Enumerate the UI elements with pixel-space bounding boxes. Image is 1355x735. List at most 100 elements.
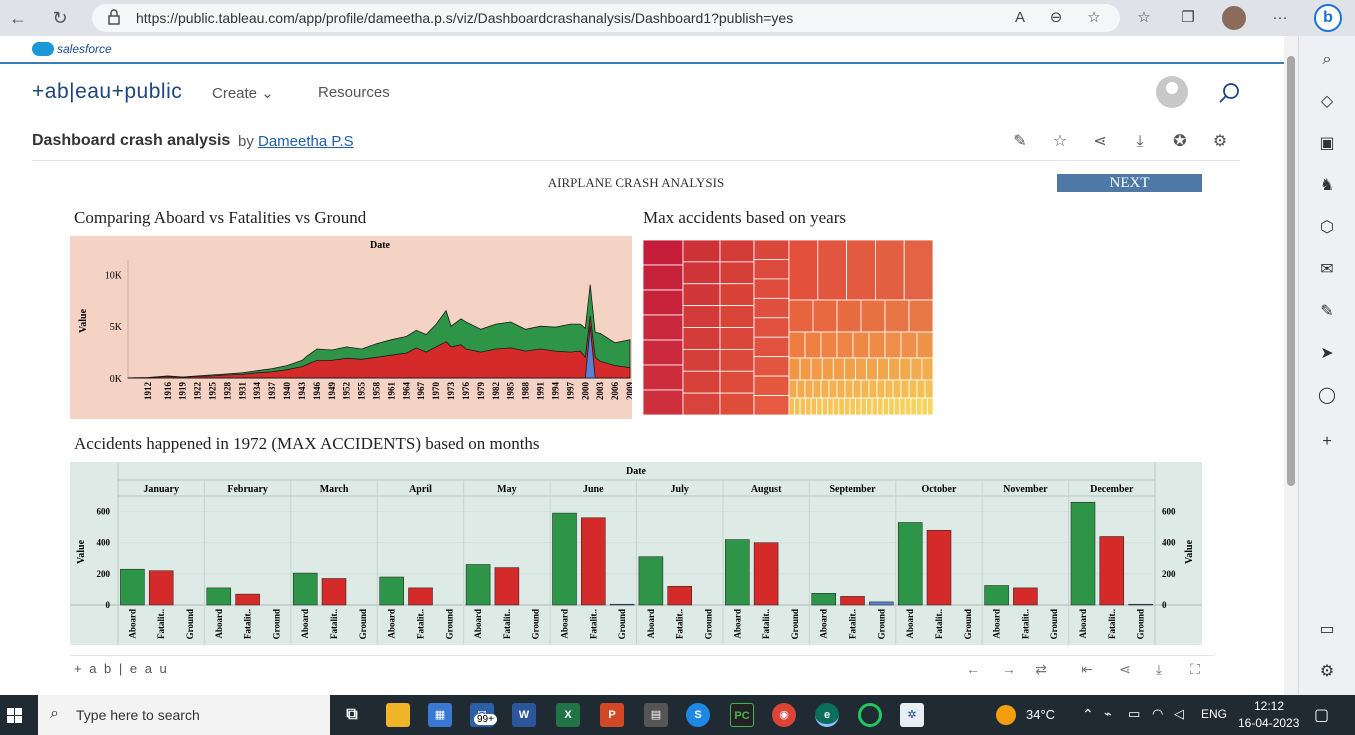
treemap-cell [908, 379, 918, 399]
tableau-public-logo[interactable]: +ab|eau+public [32, 80, 182, 104]
back-icon[interactable]: ← [6, 6, 30, 30]
word-icon[interactable]: W [512, 703, 536, 727]
powerpoint-icon[interactable]: P [600, 703, 624, 727]
send-icon[interactable]: ➤ [1317, 344, 1337, 364]
treemap-chart[interactable] [642, 239, 934, 416]
pycharm-icon[interactable]: PC [730, 703, 754, 727]
office-icon[interactable]: ⬡ [1317, 218, 1337, 238]
area-x-tick: 1931 [237, 382, 247, 401]
download-icon[interactable]: ⤓ [1130, 132, 1150, 152]
area-x-tick: 2003 [595, 382, 605, 401]
revert-icon[interactable]: ⇄ [1032, 660, 1050, 678]
user-avatar[interactable] [1156, 76, 1188, 108]
briefcase-icon[interactable]: ▣ [1317, 134, 1337, 154]
next-button[interactable]: NEXT [1057, 174, 1202, 192]
tag-icon[interactable]: ◇ [1317, 92, 1337, 112]
nav-resources[interactable]: Resources [318, 84, 390, 101]
treemap-cell [642, 364, 684, 391]
clock-time[interactable]: 12:12 [1254, 699, 1284, 713]
network-icon[interactable]: ⌁ [1104, 706, 1112, 722]
share-viz-icon[interactable]: ⋖ [1116, 660, 1134, 678]
share-icon[interactable]: ⋖ [1090, 132, 1110, 152]
bar-fatalities [235, 593, 260, 606]
drop-icon[interactable]: ◯ [1317, 386, 1337, 406]
more-menu-icon[interactable]: ··· [1270, 8, 1290, 28]
volume-icon[interactable]: ◁ [1174, 706, 1184, 722]
add-icon[interactable]: + [1317, 432, 1337, 452]
tableau-app-icon[interactable]: ✲ [900, 703, 924, 727]
collections-icon[interactable]: ❐ [1178, 8, 1198, 28]
chrome-icon[interactable]: ◉ [772, 703, 796, 727]
salesforce-label[interactable]: salesforce [57, 42, 112, 56]
download-viz-icon[interactable]: ⤓ [1150, 660, 1168, 678]
bar-measure-label: Ground [1136, 609, 1146, 639]
wifi-icon[interactable]: ◠ [1152, 706, 1163, 722]
bar-measure-label: Aboard [127, 609, 137, 639]
edge-sidebar: ⌕ ◇ ▣ ♞ ⬡ ✉ ✎ ➤ ◯ + ▭ ⚙ [1298, 36, 1355, 695]
add-favorite-icon[interactable]: ☆ [1084, 8, 1104, 28]
settings-icon[interactable]: ⚙ [1210, 132, 1230, 152]
scroll-thumb[interactable] [1287, 56, 1295, 486]
browser-profile-avatar[interactable] [1222, 6, 1246, 30]
language-indicator[interactable]: ENG [1201, 707, 1227, 721]
viz-author-link[interactable]: Dameetha P.S [258, 133, 354, 150]
bar-aboard [206, 587, 232, 606]
treemap-cell [719, 239, 755, 263]
nav-create[interactable]: Create ⌄ [212, 84, 274, 102]
edit-icon[interactable]: ✎ [1317, 302, 1337, 322]
read-aloud-icon[interactable]: A [1010, 8, 1030, 28]
taskbar-search[interactable]: ⌕ Type here to search [38, 695, 330, 735]
edit-viz-icon[interactable]: ✎ [1010, 132, 1030, 152]
undo-icon[interactable]: ← [964, 660, 982, 678]
games-icon[interactable]: ♞ [1317, 176, 1337, 196]
area-x-tick: 1940 [282, 382, 292, 401]
calculator-icon[interactable]: ▤ [644, 703, 668, 727]
salesforce-cloud-icon[interactable] [32, 42, 54, 56]
search-sidebar-icon[interactable]: ⌕ [1317, 50, 1337, 70]
treemap-cell [832, 357, 845, 381]
page-scrollbar[interactable] [1284, 36, 1298, 695]
clock-date[interactable]: 16-04-2023 [1238, 716, 1299, 730]
battery-icon[interactable]: ▭ [1128, 706, 1140, 722]
area-x-tick: 1912 [143, 382, 153, 401]
notifications-icon[interactable]: ▢ [1314, 705, 1329, 725]
skype-icon[interactable]: S [686, 703, 710, 727]
address-bar[interactable]: https://public.tableau.com/app/profile/d… [92, 4, 1120, 32]
badge-icon[interactable]: ✪ [1170, 132, 1190, 152]
area-x-tick: 1919 [178, 382, 188, 401]
bar-chart[interactable]: Date Value Value 0 0 200 200 400 400 600 600 Januar… [70, 462, 1202, 645]
edge-icon[interactable]: e [815, 703, 839, 727]
search-icon[interactable] [1218, 82, 1240, 104]
favorite-icon[interactable]: ☆ [1050, 132, 1070, 152]
weather-temp[interactable]: 34°C [1026, 707, 1055, 722]
settings-sidebar-icon[interactable]: ⚙ [1317, 662, 1337, 682]
bar-measure-label: Aboard [559, 609, 569, 639]
tableau-footer-logo[interactable]: + a b | e a u [74, 661, 169, 676]
area-x-tick: 1958 [372, 382, 382, 401]
area-x-tick: 1916 [163, 382, 173, 401]
windows-start-icon[interactable] [0, 695, 28, 735]
file-explorer-icon[interactable] [386, 703, 410, 727]
bar-measure-label: Ground [876, 609, 886, 639]
bing-icon[interactable]: b [1314, 4, 1342, 32]
store-icon[interactable]: ▦ [428, 703, 452, 727]
refresh-icon[interactable]: ↻ [48, 6, 72, 30]
zoom-icon[interactable]: ⊖ [1046, 8, 1066, 28]
bar-measure-label: Ground [531, 609, 541, 639]
tray-chevron-icon[interactable]: ⌃ [1082, 706, 1094, 723]
xbox-icon[interactable] [858, 703, 882, 727]
split-screen-icon[interactable]: ▭ [1317, 620, 1337, 640]
treemap-cell [788, 397, 795, 416]
treemap-cell [900, 331, 918, 359]
excel-icon[interactable]: X [556, 703, 580, 727]
treemap-cell [888, 397, 895, 416]
redo-icon[interactable]: → [1000, 660, 1018, 678]
treemap-cell [893, 397, 901, 416]
reset-icon[interactable]: ⇤ [1078, 660, 1096, 678]
fullscreen-icon[interactable]: ⛶ [1186, 660, 1204, 678]
area-chart[interactable]: Date Value 0K 5K 10K 1912 1916 1919 1922 1925 1928… [70, 236, 635, 419]
area-y-tick: 5K [110, 322, 123, 333]
task-view-icon[interactable]: ⧉ [340, 703, 364, 727]
favorites-icon[interactable]: ☆ [1134, 8, 1154, 28]
outlook-icon[interactable]: ✉ [1317, 260, 1337, 280]
